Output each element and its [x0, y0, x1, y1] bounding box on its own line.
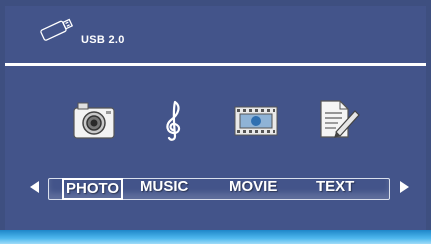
music-note-icon[interactable]	[163, 100, 185, 142]
menu-item-text[interactable]: TEXT	[316, 177, 354, 197]
menu-item-photo[interactable]: PHOTO	[62, 178, 124, 200]
film-icon[interactable]	[234, 106, 278, 136]
scroll-left-arrow-icon[interactable]	[30, 181, 39, 193]
usb-drive-icon	[40, 18, 74, 41]
scroll-right-arrow-icon[interactable]	[400, 181, 409, 193]
header: USB 2.0	[5, 6, 426, 58]
bottom-accent-bar	[0, 230, 431, 244]
menu-item-movie[interactable]: MOVIE	[229, 177, 277, 197]
media-player-screen: USB 2.0 PHOTO MUSIC MOVIE TEXT	[0, 0, 431, 244]
text-document-icon[interactable]	[318, 98, 360, 140]
menu-item-music[interactable]: MUSIC	[140, 177, 188, 197]
usb-label: USB 2.0	[81, 34, 125, 46]
camera-icon[interactable]	[72, 100, 116, 140]
header-divider	[5, 63, 426, 66]
